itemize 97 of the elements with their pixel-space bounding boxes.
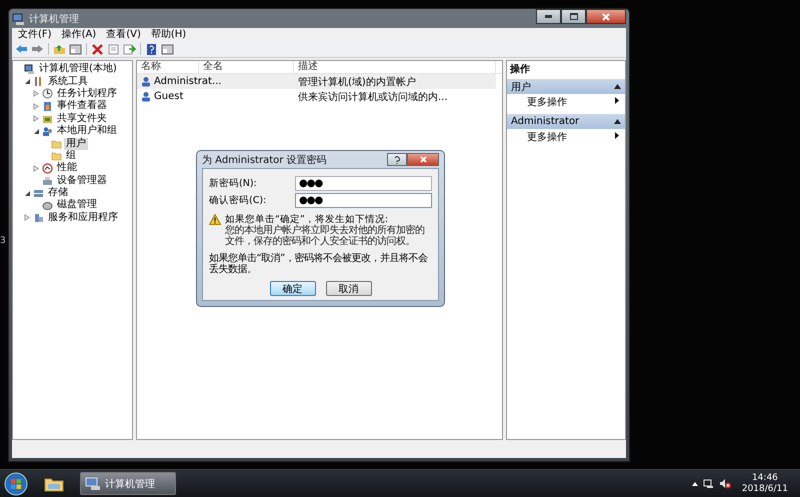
tree-item[interactable]: 事件查看器 bbox=[55, 100, 109, 112]
folder-icon bbox=[44, 476, 64, 492]
minimize-button[interactable] bbox=[536, 9, 561, 24]
action-link[interactable]: 更多操作 bbox=[527, 132, 567, 143]
disk-icon bbox=[42, 200, 53, 211]
expanded-icon[interactable] bbox=[24, 190, 31, 197]
tree-item[interactable]: 组 bbox=[64, 150, 78, 162]
dialog-button[interactable]: 确定 bbox=[270, 281, 316, 296]
close-icon bbox=[602, 12, 610, 20]
collapsed-icon[interactable] bbox=[33, 102, 40, 110]
table-cell-text: 供来宾访问计算机或访问域的内... bbox=[298, 90, 448, 104]
tree-item[interactable]: 设备管理器 bbox=[55, 174, 109, 187]
warning-text: 如果您单击“确定”，将发生如下情况: bbox=[225, 214, 388, 225]
password-field[interactable]: ●●● bbox=[295, 176, 432, 190]
close-icon bbox=[420, 156, 426, 163]
expanded-icon[interactable] bbox=[33, 128, 40, 135]
tree-item[interactable]: 性能 bbox=[55, 162, 79, 174]
actions-title: 操作 bbox=[508, 62, 531, 77]
device-icon bbox=[42, 175, 53, 186]
network-icon[interactable] bbox=[702, 478, 714, 488]
table-cell: Guest bbox=[154, 91, 184, 102]
start-orb-icon[interactable] bbox=[4, 472, 28, 496]
section-title: Administrator bbox=[511, 116, 580, 127]
field-label: 确认密码(C): bbox=[209, 194, 268, 206]
computer-icon bbox=[85, 476, 101, 490]
user-icon bbox=[141, 91, 152, 102]
help-button[interactable] bbox=[387, 153, 407, 166]
tree-item[interactable]: 计算机管理(本地) bbox=[37, 63, 119, 76]
maximize-icon bbox=[570, 13, 578, 20]
section-header[interactable]: Administrator bbox=[507, 114, 625, 129]
field-label: 新密码(N): bbox=[209, 176, 258, 190]
tree-item[interactable]: 存储 bbox=[46, 187, 70, 200]
tray-up-arrow-icon[interactable] bbox=[692, 482, 698, 486]
column-header[interactable]: 描述 bbox=[294, 61, 496, 73]
users-icon bbox=[42, 126, 53, 137]
speaker-muted-icon[interactable] bbox=[718, 478, 731, 489]
close-button[interactable] bbox=[407, 153, 439, 166]
tree-item[interactable]: 用户 bbox=[64, 138, 88, 150]
user-icon bbox=[141, 76, 152, 87]
section-title: 用户 bbox=[511, 80, 531, 94]
menu-item[interactable]: 操作(A) bbox=[58, 28, 100, 40]
tree-item[interactable]: 磁盘管理 bbox=[55, 199, 99, 212]
menu-item[interactable]: 帮助(H) bbox=[146, 28, 190, 40]
log-icon bbox=[42, 100, 53, 112]
cancel-note: 如果您单击“取消”，密码将不会被更改，并且将不会丢失数据。 bbox=[209, 253, 428, 275]
computer-icon bbox=[24, 64, 35, 75]
warning-detail: 您的本地用户帐户将立即失去对他的所有加密的文件，保存的密码和个人安全证书的访问权。 bbox=[225, 225, 426, 247]
collapsed-icon[interactable] bbox=[33, 164, 40, 172]
clock[interactable]: 14:46 2018/6/11 bbox=[742, 472, 788, 494]
forward-arrow-icon[interactable] bbox=[31, 42, 44, 56]
collapsed-icon[interactable] bbox=[24, 214, 31, 222]
table-cell: Administrat... bbox=[154, 76, 222, 87]
menu-item[interactable]: 查看(V) bbox=[102, 28, 145, 40]
window-title: 计算机管理 bbox=[29, 12, 80, 26]
password-field[interactable]: ●●● bbox=[295, 192, 432, 208]
help-icon[interactable] bbox=[145, 42, 158, 56]
action-link[interactable]: 更多操作 bbox=[527, 97, 567, 108]
dialog-title: 为 Administrator 设置密码 bbox=[202, 154, 328, 166]
clock-time: 14:46 bbox=[752, 472, 778, 484]
shared-folder-icon bbox=[42, 113, 53, 124]
desktop-text: 3 bbox=[0, 236, 6, 247]
back-arrow-icon[interactable] bbox=[15, 42, 28, 56]
tree-item[interactable]: 任务计划程序 bbox=[55, 88, 119, 100]
storage-icon bbox=[33, 188, 44, 199]
delete-icon[interactable] bbox=[91, 42, 104, 56]
folder-up-icon[interactable] bbox=[53, 42, 66, 56]
tree-item[interactable]: 服务和应用程序 bbox=[46, 212, 120, 224]
column-header[interactable]: 名称 bbox=[137, 61, 199, 73]
close-button[interactable] bbox=[586, 9, 626, 24]
tools-icon bbox=[33, 76, 44, 88]
folder-icon bbox=[51, 138, 62, 150]
table-cell-text: 管理计算机(域)的内置帐户 bbox=[298, 76, 416, 88]
collapsed-icon[interactable] bbox=[33, 90, 40, 98]
panel-icon[interactable] bbox=[161, 42, 174, 56]
warning-icon bbox=[209, 214, 221, 225]
submenu-arrow-icon bbox=[615, 97, 619, 104]
tree-item[interactable]: 本地用户和组 bbox=[55, 125, 119, 138]
menu-item[interactable]: 文件(F) bbox=[14, 28, 56, 40]
taskbar-button[interactable]: 计算机管理 bbox=[80, 472, 176, 495]
folder-icon bbox=[51, 150, 62, 162]
maximize-button[interactable] bbox=[561, 9, 586, 24]
export-icon[interactable] bbox=[123, 42, 136, 56]
submenu-arrow-icon bbox=[615, 132, 619, 139]
minimize-icon bbox=[545, 15, 552, 18]
clock-date: 2018/6/11 bbox=[742, 484, 788, 494]
tree-item[interactable]: 系统工具 bbox=[46, 76, 90, 88]
dialog-button[interactable]: 取消 bbox=[326, 281, 372, 296]
tree-item[interactable]: 共享文件夹 bbox=[55, 112, 109, 125]
column-header[interactable]: 全名 bbox=[199, 61, 294, 73]
clock-icon bbox=[42, 88, 53, 100]
help-icon bbox=[394, 155, 400, 164]
panel-icon[interactable] bbox=[69, 42, 82, 56]
expanded-icon[interactable] bbox=[24, 78, 31, 86]
section-header[interactable]: 用户 bbox=[507, 79, 625, 94]
collapsed-icon[interactable] bbox=[33, 115, 40, 122]
computer-icon bbox=[12, 12, 25, 24]
properties-icon[interactable] bbox=[107, 42, 120, 56]
